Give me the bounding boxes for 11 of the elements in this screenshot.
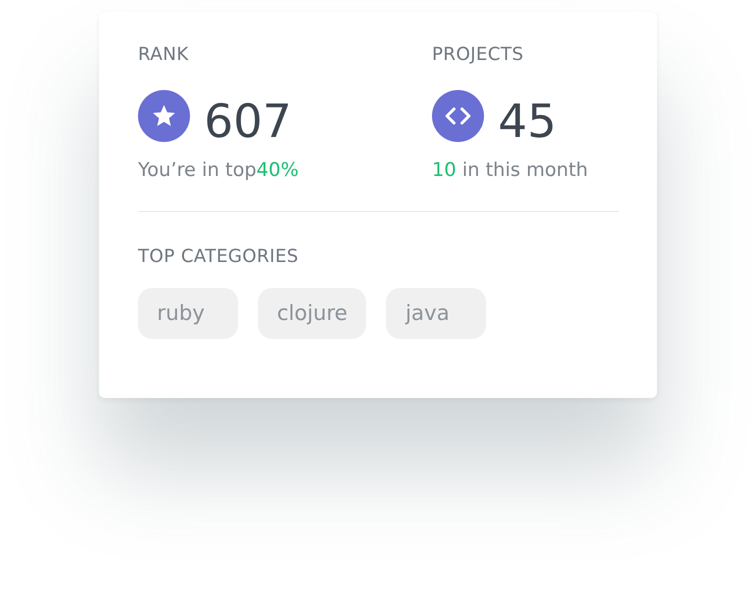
stat-label: PROJECTS <box>432 44 524 65</box>
stat-note: 10 in this month <box>432 159 588 181</box>
category-tag[interactable]: java <box>386 288 486 339</box>
stat-value: 607 <box>204 95 292 147</box>
category-tag[interactable]: ruby <box>138 288 238 339</box>
category-tag[interactable]: clojure <box>258 288 366 339</box>
section-label: TOP CATEGORIES <box>138 246 299 267</box>
code-icon <box>432 90 484 142</box>
stat-value: 45 <box>498 95 557 147</box>
stat-label: RANK <box>138 44 189 65</box>
stat-note: You’re in top40% <box>138 159 299 181</box>
